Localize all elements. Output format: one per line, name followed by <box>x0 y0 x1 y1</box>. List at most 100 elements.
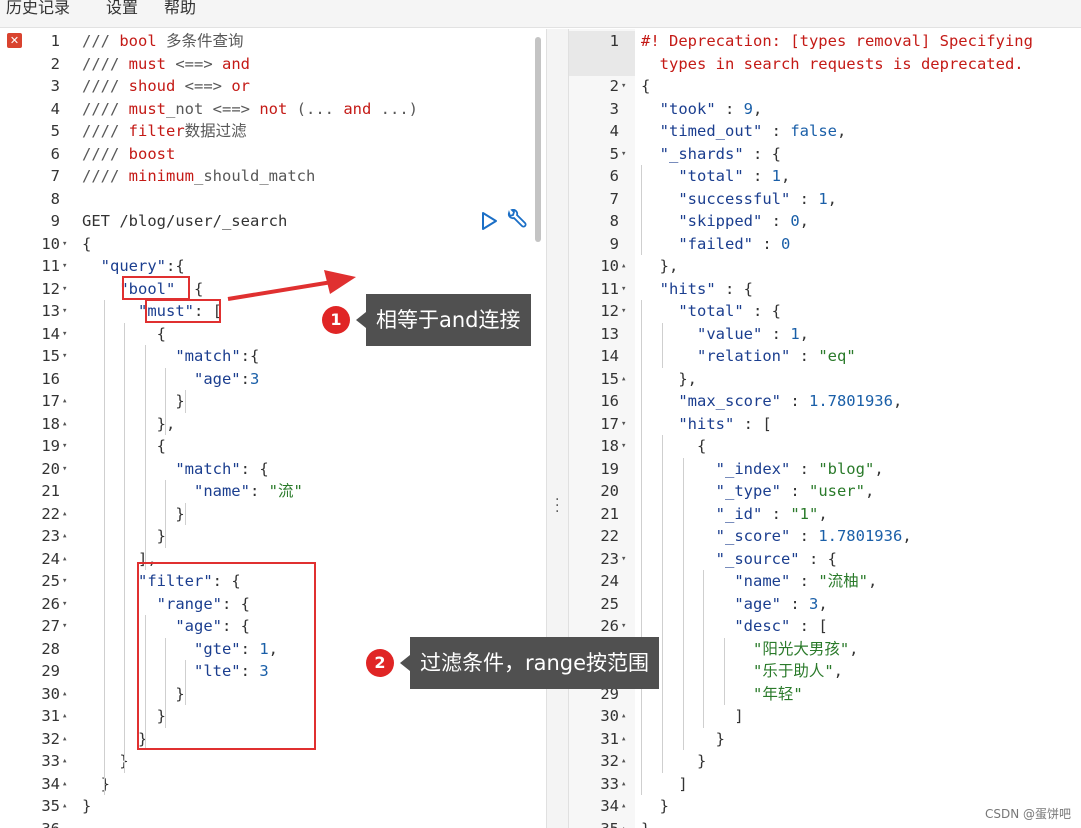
resize-handle-icon[interactable]: · · · <box>555 493 559 519</box>
fold-close-icon[interactable]: ▴ <box>621 728 626 751</box>
fold-open-icon[interactable]: ▾ <box>621 435 626 458</box>
indent-guide <box>641 300 642 795</box>
fold-open-icon[interactable]: ▾ <box>621 143 626 166</box>
request-line-number: 32 <box>41 729 60 748</box>
pane-divider[interactable]: · · · <box>546 29 569 828</box>
watermark: CSDN @蛋饼吧 <box>984 807 1071 821</box>
fold-open-icon[interactable]: ▾ <box>62 255 67 278</box>
response-code-line: "_type" : "user", <box>715 482 875 500</box>
fold-close-icon[interactable]: ▴ <box>621 255 626 278</box>
indent-guide <box>724 637 725 705</box>
menu-settings[interactable]: 设置 <box>106 0 138 18</box>
indent-guide <box>662 435 663 773</box>
request-scrollbar[interactable] <box>535 37 541 242</box>
request-code-line: } <box>82 504 185 523</box>
response-line-number: 4 <box>609 122 619 140</box>
response-line-number: 21 <box>600 504 619 523</box>
request-line-number: 26 <box>41 594 60 613</box>
request-line-number: 19 <box>41 437 60 455</box>
fold-open-icon[interactable]: ▾ <box>621 75 626 98</box>
fold-close-icon[interactable]: ▴ <box>621 818 626 828</box>
response-code-line: "relation" : "eq" <box>697 347 856 365</box>
fold-open-icon[interactable]: ▾ <box>62 570 67 593</box>
request-code-line: { <box>82 234 92 253</box>
fold-close-icon[interactable]: ▴ <box>62 795 67 818</box>
response-code-line: "successful" : 1, <box>678 189 837 208</box>
fold-open-icon[interactable]: ▾ <box>621 300 626 323</box>
run-request-icon[interactable] <box>480 211 498 231</box>
indent-guide <box>185 390 186 413</box>
fold-open-icon[interactable]: ▾ <box>621 413 626 436</box>
fold-open-icon[interactable]: ▾ <box>62 435 67 458</box>
request-line-number: 3 <box>50 77 60 95</box>
fold-close-icon[interactable]: ▴ <box>62 750 67 773</box>
response-code-line: "total" : { <box>678 302 781 320</box>
fold-close-icon[interactable]: ▴ <box>621 368 626 391</box>
fold-close-icon[interactable]: ▴ <box>621 705 626 728</box>
request-line-number: 2 <box>50 54 60 73</box>
fold-close-icon[interactable]: ▴ <box>62 773 67 796</box>
request-line-number: 21 <box>41 482 60 500</box>
indent-guide <box>185 502 186 525</box>
callout-1-pointer <box>356 312 366 328</box>
fold-open-icon[interactable]: ▾ <box>62 615 67 638</box>
wrench-icon[interactable] <box>505 209 527 231</box>
menu-help[interactable]: 帮助 <box>164 0 196 18</box>
fold-open-icon[interactable]: ▾ <box>621 615 626 638</box>
fold-close-icon[interactable]: ▴ <box>62 525 67 548</box>
menu-history[interactable]: 历史记录 <box>6 0 70 18</box>
fold-close-icon[interactable]: ▴ <box>621 773 626 796</box>
fold-close-icon[interactable]: ▴ <box>62 413 67 436</box>
request-code-line: GET /blog/user/_search <box>82 212 288 230</box>
response-code-line: "乐于助人", <box>752 662 843 680</box>
fold-close-icon[interactable]: ▴ <box>62 390 67 413</box>
response-code-line: "took" : 9, <box>659 99 763 118</box>
response-line-number: 15 <box>600 369 619 388</box>
fold-close-icon[interactable]: ▴ <box>62 728 67 751</box>
request-line-number: 10 <box>41 234 60 253</box>
request-line-number: 36 <box>24 818 60 828</box>
highlight-must <box>145 299 221 323</box>
request-line-number: 11 <box>41 257 60 275</box>
response-viewer[interactable]: 1 2 ▾ 3 4 5 ▾ 6 7 8 9 10 ▴ 11 ▾ 12 ▾ 13 14 15 ▴ 16 17 ▾ 18 ▾ 19 20 2… <box>569 29 1081 828</box>
fold-open-icon[interactable]: ▾ <box>62 323 67 346</box>
response-code-line: } <box>641 752 707 770</box>
fold-close-icon[interactable]: ▴ <box>62 683 67 706</box>
fold-close-icon[interactable]: ▴ <box>621 795 626 818</box>
fold-close-icon[interactable]: ▴ <box>62 705 67 728</box>
fold-close-icon[interactable]: ▴ <box>62 548 67 571</box>
fold-open-icon[interactable]: ▾ <box>62 593 67 616</box>
response-code-line: ] <box>641 774 688 793</box>
response-line-number: 30 <box>600 707 619 725</box>
error-icon[interactable]: ✕ <box>7 33 22 48</box>
fold-open-icon[interactable]: ▾ <box>621 548 626 571</box>
response-line-number: 7 <box>609 189 619 208</box>
fold-open-icon[interactable]: ▾ <box>62 345 67 368</box>
fold-close-icon[interactable]: ▴ <box>621 750 626 773</box>
fold-close-icon[interactable]: ▴ <box>62 503 67 526</box>
fold-open-icon[interactable]: ▾ <box>621 278 626 301</box>
response-code-line: "_score" : 1.7801936, <box>715 527 912 545</box>
request-line-number: 35 <box>41 797 60 815</box>
request-line-number: 15 <box>41 347 60 365</box>
response-code-line: { <box>641 77 651 95</box>
response-code-line: "_shards" : { <box>659 144 781 163</box>
request-line-number: 31 <box>41 707 60 725</box>
request-line-number: 13 <box>41 302 60 320</box>
request-line-number: 22 <box>41 504 60 523</box>
indent-guide <box>124 322 125 773</box>
response-code-line: ] <box>641 707 744 725</box>
request-code-line: /// bool 多条件查询 <box>82 32 244 50</box>
response-code-line: }, <box>641 257 679 275</box>
fold-open-icon[interactable]: ▾ <box>62 300 67 323</box>
response-line-number: 3 <box>609 99 619 118</box>
response-line-number: 25 <box>600 594 619 613</box>
response-line-number: 33 <box>600 774 619 793</box>
fold-open-icon[interactable]: ▾ <box>62 278 67 301</box>
request-code-line: //// filter数据过滤 <box>82 122 247 140</box>
response-gutter: 1 2 ▾ 3 4 5 ▾ 6 7 8 9 10 ▴ 11 ▾ 12 ▾ 13 14 15 ▴ 16 17 ▾ 18 ▾ 19 20 2… <box>569 29 635 828</box>
response-code-line: "阳光大男孩", <box>752 639 859 658</box>
fold-open-icon[interactable]: ▾ <box>62 233 67 256</box>
request-line-number: 12 <box>41 279 60 298</box>
fold-open-icon[interactable]: ▾ <box>62 458 67 481</box>
